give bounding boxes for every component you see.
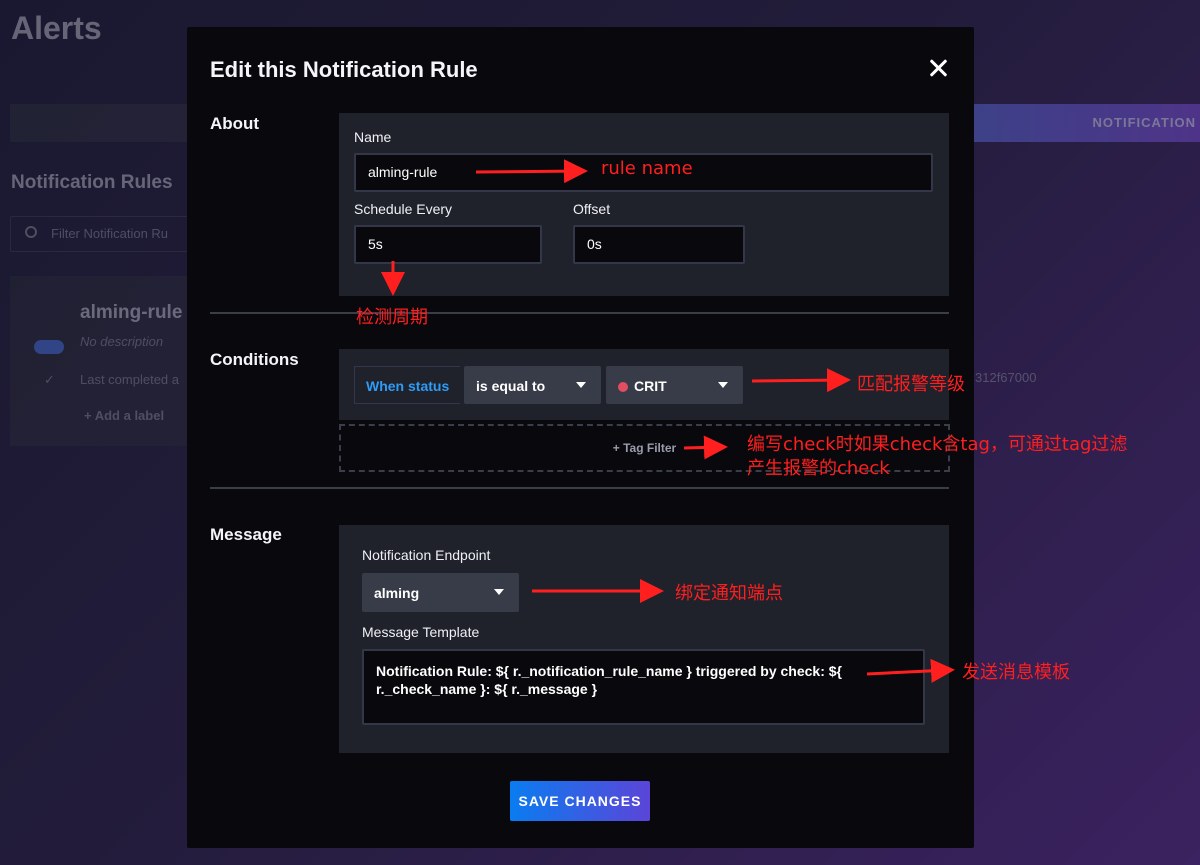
divider (210, 487, 949, 489)
operator-dropdown[interactable]: is equal to (464, 366, 601, 404)
last-completed: Last completed a (80, 372, 180, 387)
save-changes-button[interactable]: SAVE CHANGES (510, 781, 650, 821)
annotation-rule-name: rule name (601, 158, 693, 179)
divider (210, 312, 949, 314)
annotation-endpoint: 绑定通知端点 (675, 583, 783, 604)
schedule-label: Schedule Every (354, 201, 453, 217)
schedule-field[interactable]: 5s (354, 225, 542, 264)
rule-toggle[interactable] (34, 340, 64, 354)
message-template-field[interactable]: Notification Rule: ${ r._notification_ru… (362, 649, 925, 725)
annotation-template: 发送消息模板 (962, 662, 1070, 683)
search-icon (25, 226, 37, 238)
add-label-button[interactable]: + Add a label (84, 408, 164, 423)
when-status-label: When status (354, 366, 460, 404)
conditions-section-label: Conditions (210, 350, 299, 369)
endpoint-label: Notification Endpoint (362, 547, 491, 563)
template-label: Message Template (362, 624, 480, 640)
chevron-down-icon (494, 589, 504, 595)
close-icon[interactable] (927, 57, 949, 79)
about-section-label: About (210, 114, 260, 133)
tab-notification[interactable]: NOTIFICATION (970, 104, 1200, 142)
annotation-tag-line2: 产生报警的check (747, 458, 890, 479)
modal-title: Edit this Notification Rule (210, 57, 478, 82)
check-icon: ✓ (44, 372, 55, 387)
operator-value: is equal to (476, 378, 546, 394)
name-label: Name (354, 129, 392, 145)
rule-description: No description (80, 334, 164, 349)
annotation-level: 匹配报警等级 (857, 374, 965, 395)
filter-input[interactable]: Filter Notification Ru (10, 216, 190, 252)
rule-id: 312f67000 (975, 370, 1037, 385)
page-title: Alerts (11, 10, 102, 46)
status-dot-icon (618, 382, 628, 392)
rule-name[interactable]: alming-rule (80, 302, 182, 324)
level-dropdown[interactable]: CRIT (606, 366, 743, 404)
endpoint-dropdown[interactable]: alming (362, 573, 519, 612)
annotation-schedule: 检测周期 (356, 307, 428, 328)
section-title: Notification Rules (11, 172, 173, 193)
level-value: CRIT (634, 378, 667, 394)
chevron-down-icon (576, 382, 586, 388)
rule-card[interactable]: alming-rule No description ✓ Last comple… (10, 276, 190, 446)
filter-placeholder: Filter Notification Ru (51, 226, 169, 241)
chevron-down-icon (718, 382, 728, 388)
offset-field[interactable]: 0s (573, 225, 745, 264)
annotation-tag-line1: 编写check时如果check含tag，可通过tag过滤 (747, 434, 1128, 455)
message-section-label: Message (210, 525, 282, 544)
offset-label: Offset (573, 201, 611, 217)
endpoint-value: alming (374, 585, 420, 601)
